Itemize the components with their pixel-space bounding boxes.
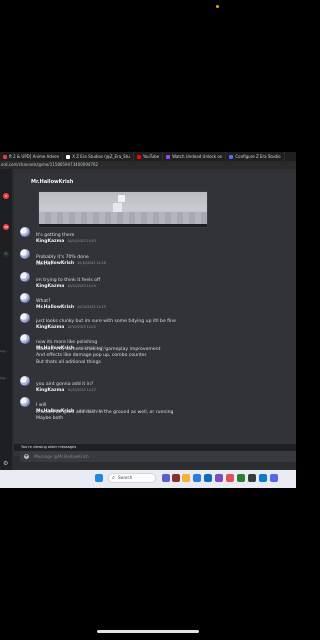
message-author[interactable]: Mr.HallowKrish	[31, 179, 73, 185]
message-text: you aint gonna add it in?	[36, 382, 94, 387]
avatar[interactable]	[20, 313, 30, 323]
taskbar-app-icon[interactable]	[259, 474, 267, 482]
windows-taskbar: ⌕ Search	[0, 470, 296, 488]
message-text: What?	[36, 299, 51, 304]
add-server-icon[interactable]: +	[3, 251, 9, 257]
windows-start-icon[interactable]	[95, 474, 103, 482]
message-text: And effects like damage pop up, combo co…	[36, 353, 147, 359]
tab-label: YouTube	[142, 154, 160, 159]
gear-icon[interactable]: ⚙	[3, 460, 8, 467]
tab-label: Configure Z Era Studio	[235, 154, 281, 159]
status-dot	[216, 5, 219, 8]
message-text: It would be good add dash in the ground …	[36, 409, 174, 415]
message-text: Isn't it?	[36, 261, 53, 267]
message-text: It's getting there	[36, 233, 75, 238]
message-input[interactable]: + Message @Mr.HallowKrish	[20, 451, 296, 462]
badge-icon[interactable]: 2	[3, 193, 9, 199]
message-text: im trying to think it feels off	[36, 278, 101, 283]
message-text: Sounds, vfx, camera shaking, gameplay im…	[36, 346, 161, 352]
taskbar-search[interactable]: ⌕ Search	[108, 473, 156, 483]
avatar[interactable]	[20, 334, 30, 344]
message-text: just looks clunky but im sure with some …	[36, 319, 176, 324]
tab-label: ft 2 & UPD] Anime Adven	[9, 154, 60, 159]
embedded-screenshot[interactable]	[38, 191, 208, 228]
taskbar-app-icon[interactable]	[193, 474, 201, 482]
message-author[interactable]: KingKazma	[36, 388, 64, 393]
avatar[interactable]	[20, 397, 30, 407]
plus-icon[interactable]: +	[24, 454, 29, 459]
avatar[interactable]	[20, 293, 30, 303]
browser-tab[interactable]: Configure Z Era Studio	[226, 152, 285, 161]
message-text: I will	[36, 403, 47, 408]
browser-tab[interactable]: ft 2 & UPD] Anime Adven	[0, 152, 64, 161]
scene-cube	[113, 203, 122, 212]
message-text: Maybe both	[36, 416, 64, 422]
tab-favicon-icon	[3, 154, 7, 159]
chat-pane: Mr.HallowKrish KingKazma 10/10/2023 14:03…	[14, 169, 296, 456]
scene-cube	[118, 195, 125, 202]
older-messages-notice[interactable]: You're viewing older messages	[14, 444, 296, 451]
taskbar-app-icon[interactable]	[248, 474, 256, 482]
browser-tab[interactable]: Watch Undead Unlock on	[163, 152, 227, 161]
taskbar-app-icon[interactable]	[204, 474, 212, 482]
tab-favicon-icon	[166, 154, 171, 159]
message-timestamp: 10/10/2023 14:03	[67, 239, 96, 243]
tab-favicon-icon	[66, 154, 71, 159]
taskbar-app-icon[interactable]	[162, 474, 170, 482]
message-text: Probably it's 70% done	[36, 255, 89, 260]
taskbar-app-icon[interactable]	[237, 474, 245, 482]
home-indicator[interactable]	[97, 630, 199, 633]
search-icon: ⌕	[112, 475, 115, 481]
message-author[interactable]: KingKazma	[36, 325, 64, 330]
message-timestamp: 10/10/2023 14:18	[77, 261, 106, 265]
message-timestamp: 10/10/2023 14:19	[67, 284, 96, 288]
message-text: now its more like polishing	[36, 340, 98, 345]
search-label: Search	[118, 475, 133, 480]
tab-favicon-icon	[136, 154, 141, 159]
avatar[interactable]	[20, 272, 30, 282]
message-timestamp: 10/10/2023 14:20	[67, 325, 96, 329]
taskbar-app-icon[interactable]	[172, 474, 180, 482]
badge-icon[interactable]: 38	[3, 224, 9, 230]
tab-label: Watch Undead Unlock on	[172, 154, 223, 159]
avatar[interactable]	[20, 227, 30, 237]
message-timestamp: 10/10/2023 14:19	[77, 305, 106, 309]
taskbar-app-icon[interactable]	[270, 474, 278, 482]
server-rail: 2 38 + rng... ing...	[0, 169, 12, 478]
browser-tab[interactable]: X Z Era Studios (@Z_Era_Stu	[63, 152, 134, 161]
taskbar-app-icon[interactable]	[215, 474, 223, 482]
message-author[interactable]: KingKazma	[36, 239, 64, 244]
message-timestamp: 10/10/2023 14:27	[67, 388, 96, 392]
browser-tab-bar: ft 2 & UPD] Anime Adven X Z Era Studios (…	[0, 152, 296, 161]
message-placeholder: Message @Mr.HallowKrish	[34, 454, 89, 459]
screenshot-area: ft 2 & UPD] Anime Adven X Z Era Studios (…	[0, 152, 296, 488]
message-author[interactable]: KingKazma	[36, 284, 64, 289]
side-label: rng...	[0, 349, 8, 353]
avatar[interactable]	[20, 376, 30, 386]
message-text: But thats all aditional things	[36, 359, 101, 365]
side-label: ing...	[0, 376, 8, 380]
taskbar-app-icon[interactable]	[226, 474, 234, 482]
browser-tab[interactable]: YouTube	[134, 152, 164, 161]
avatar[interactable]	[20, 249, 30, 259]
tab-favicon-icon	[229, 154, 234, 159]
taskbar-app-icon[interactable]	[182, 474, 190, 482]
address-bar[interactable]: ord.com/channels/@me/1158659473400094762	[0, 161, 296, 169]
message-author[interactable]: Mr.HallowKrish	[36, 305, 74, 310]
tab-label: X Z Era Studios (@Z_Era_Stu	[72, 154, 130, 159]
